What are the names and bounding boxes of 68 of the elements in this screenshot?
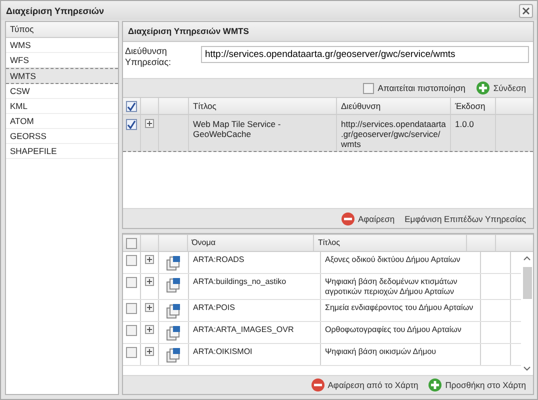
expand-icon [145,255,154,264]
table-cell: Ψηφιακή βάση δεδομένων κτισμάτων αγροτικών περιοχών Δήμου Αρταίων [321,274,481,299]
table-cell: ARTA:ROADS [189,252,321,273]
expand-icon [145,325,154,334]
checkbox[interactable] [126,100,137,112]
column-header: Τύπος [6,22,118,38]
table-cell: ARTA:buildings_no_astiko [189,274,321,299]
column-header: Τίτλος [189,98,337,114]
table-cell: Αξονες οδικού δικτύου Δήμου Αρταίων [321,252,481,273]
table-cell: Web Map Tile Service - GeoWebCache [189,115,337,151]
expand-icon [145,277,154,286]
type-list-item[interactable]: WMS [6,38,118,53]
table-row[interactable]: Web Map Tile Service - GeoWebCache http://services.opendataarta.gr/geoserver/gwc/service/wmts 1.0.0 [123,115,533,152]
remove-icon [310,378,325,392]
layers-icon [166,277,181,293]
remove-button[interactable]: Αφαίρεση από το Χάρτη [308,378,422,392]
type-list-item[interactable]: KML [6,99,118,114]
type-list-item[interactable]: SHAPEFILE [6,144,118,159]
close-icon [521,6,531,16]
layers-icon [166,303,181,319]
checkbox[interactable] [126,347,137,358]
checkbox-label: Απαιτείται πιστοποίηση [378,83,466,93]
scrollbar-thumb[interactable] [522,267,532,299]
check-icon [127,120,136,129]
table-cell: Ψηφιακή βάση οικισμών Δήμου [321,344,481,365]
checkbox[interactable] [126,238,137,248]
type-list-item[interactable]: WMTS [6,68,118,84]
add-icon [428,378,442,392]
layers-icon [166,325,181,341]
table-cell: ARTA:POIS [189,300,321,321]
url-field[interactable]: http://services.opendataarta.gr/geoserver/gwc/service/wmts [201,46,529,63]
expand-icon [145,303,154,312]
panel-title: Διαχείριση Υπηρεσιών WMTS [123,22,533,42]
column-header: Διεύθυνση [337,98,451,114]
layers-icon [166,347,181,363]
window-title: Διαχείριση Υπηρεσιών [6,6,104,16]
checkbox[interactable] [126,303,137,314]
expand-icon [145,119,154,128]
remove-button[interactable]: Αφαίρεση [338,212,398,226]
table-cell: ARTA:OIKISMOI [189,344,321,365]
column-header: Έκδοση [451,98,496,114]
add-icon [476,81,490,95]
table-cell: Σημεία ενδιαφέροντος του Δήμου Αρταίων [321,300,481,321]
close-button[interactable] [519,4,533,18]
column-header: Τίτλος [314,235,467,251]
type-list-item[interactable]: GEORSS [6,129,118,144]
scroll-up-icon [523,255,531,261]
check-icon [127,102,136,110]
expand-icon [145,347,154,356]
show-layers-button[interactable]: Εμφάνιση Επιπέδων Υπηρεσίας [402,214,529,224]
table-cell: http://services.opendataarta.gr/geoserver/gwc/service/wmts [337,115,451,151]
checkbox[interactable] [362,82,374,94]
checkbox[interactable] [126,119,137,130]
table-cell: Ορθοφωτογραφίες του Δήμου Αρταίων [321,322,481,343]
checkbox[interactable] [126,255,137,266]
table-cell: 1.0.0 [451,115,496,151]
checkbox[interactable] [126,325,137,336]
column-header: Όνομα [188,235,314,251]
add-button[interactable]: Προσθήκη στο Χάρτη [425,378,529,392]
connect-button[interactable]: Σύνδεση [473,81,529,95]
scroll-down-icon [523,366,531,372]
remove-icon [341,212,355,226]
checkbox[interactable] [126,277,137,288]
type-list-item[interactable]: CSW [6,84,118,99]
field-label: Διεύθυνση Υπηρεσίας: [125,46,172,68]
type-list-item[interactable]: ATOM [6,114,118,129]
layers-icon [166,255,181,271]
table-cell: ARTA:ARTA_IMAGES_OVR [189,322,321,343]
